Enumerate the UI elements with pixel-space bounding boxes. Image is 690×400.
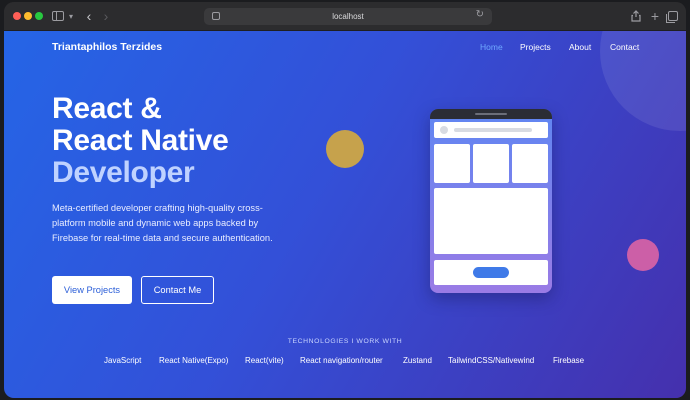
url-text[interactable]: localhost — [204, 8, 492, 25]
phone-button-placeholder — [473, 267, 509, 278]
address-bar[interactable]: localhost ↻ — [204, 8, 492, 25]
sidebar-icon[interactable] — [52, 8, 64, 24]
browser-window: ▾ ‹ › localhost ↻ + Triantaphilos Terzid… — [4, 2, 686, 398]
forward-arrow-icon[interactable]: › — [100, 8, 112, 24]
site-brand[interactable]: Triantaphilos Terzides — [52, 41, 162, 53]
hero-title-line-2: React Native — [52, 124, 229, 157]
hero-description: Meta-certified developer crafting high-q… — [52, 203, 273, 243]
phone-card — [473, 144, 509, 183]
technologies-heading: TECHNOLOGIES I WORK WITH — [287, 338, 403, 345]
tech-item: React(vite) — [245, 356, 284, 365]
tech-item: React navigation/router — [300, 356, 383, 365]
phone-search-placeholder — [434, 122, 548, 138]
chevron-down-icon[interactable]: ▾ — [67, 8, 75, 24]
tech-item: Firebase — [553, 356, 585, 365]
decorative-yellow-circle — [326, 130, 364, 168]
tech-item: React Native(Expo) — [159, 356, 229, 365]
phone-speaker — [475, 113, 507, 115]
tech-item: Zustand — [403, 356, 432, 365]
nav-home[interactable]: Home — [480, 42, 503, 52]
share-icon[interactable] — [630, 8, 642, 24]
phone-search-dot — [440, 126, 448, 134]
hero-title-line-1: React & — [52, 92, 162, 125]
phone-search-line — [454, 128, 532, 132]
phone-content-block — [434, 188, 548, 254]
back-arrow-icon[interactable]: ‹ — [83, 8, 95, 24]
portfolio-page: Triantaphilos Terzides Home Projects Abo… — [4, 31, 686, 398]
browser-toolbar: ▾ ‹ › localhost ↻ + — [4, 2, 686, 31]
decorative-pink-circle — [627, 239, 659, 271]
phone-card — [512, 144, 548, 183]
nav-about[interactable]: About — [569, 42, 591, 52]
phone-card — [434, 144, 470, 183]
phone-top-bar — [430, 109, 552, 119]
view-projects-button[interactable]: View Projects — [52, 276, 132, 304]
contact-me-button[interactable]: Contact Me — [141, 276, 214, 304]
tech-item: JavaScript — [104, 356, 142, 365]
minimize-window-button[interactable] — [24, 12, 32, 20]
tech-item: TailwindCSS/Nativewind — [448, 356, 535, 365]
tabs-overview-icon[interactable] — [666, 8, 679, 24]
zoom-window-button[interactable] — [35, 12, 43, 20]
reload-icon[interactable]: ↻ — [476, 9, 484, 20]
nav-projects[interactable]: Projects — [520, 42, 551, 52]
hero-title: React & React Native Developer — [52, 93, 312, 189]
phone-illustration — [430, 109, 552, 293]
nav-contact[interactable]: Contact — [610, 42, 639, 52]
phone-footer-block — [434, 260, 548, 285]
plus-icon[interactable]: + — [649, 8, 661, 24]
hero-title-line-3: Developer — [52, 156, 195, 189]
close-window-button[interactable] — [13, 12, 21, 20]
